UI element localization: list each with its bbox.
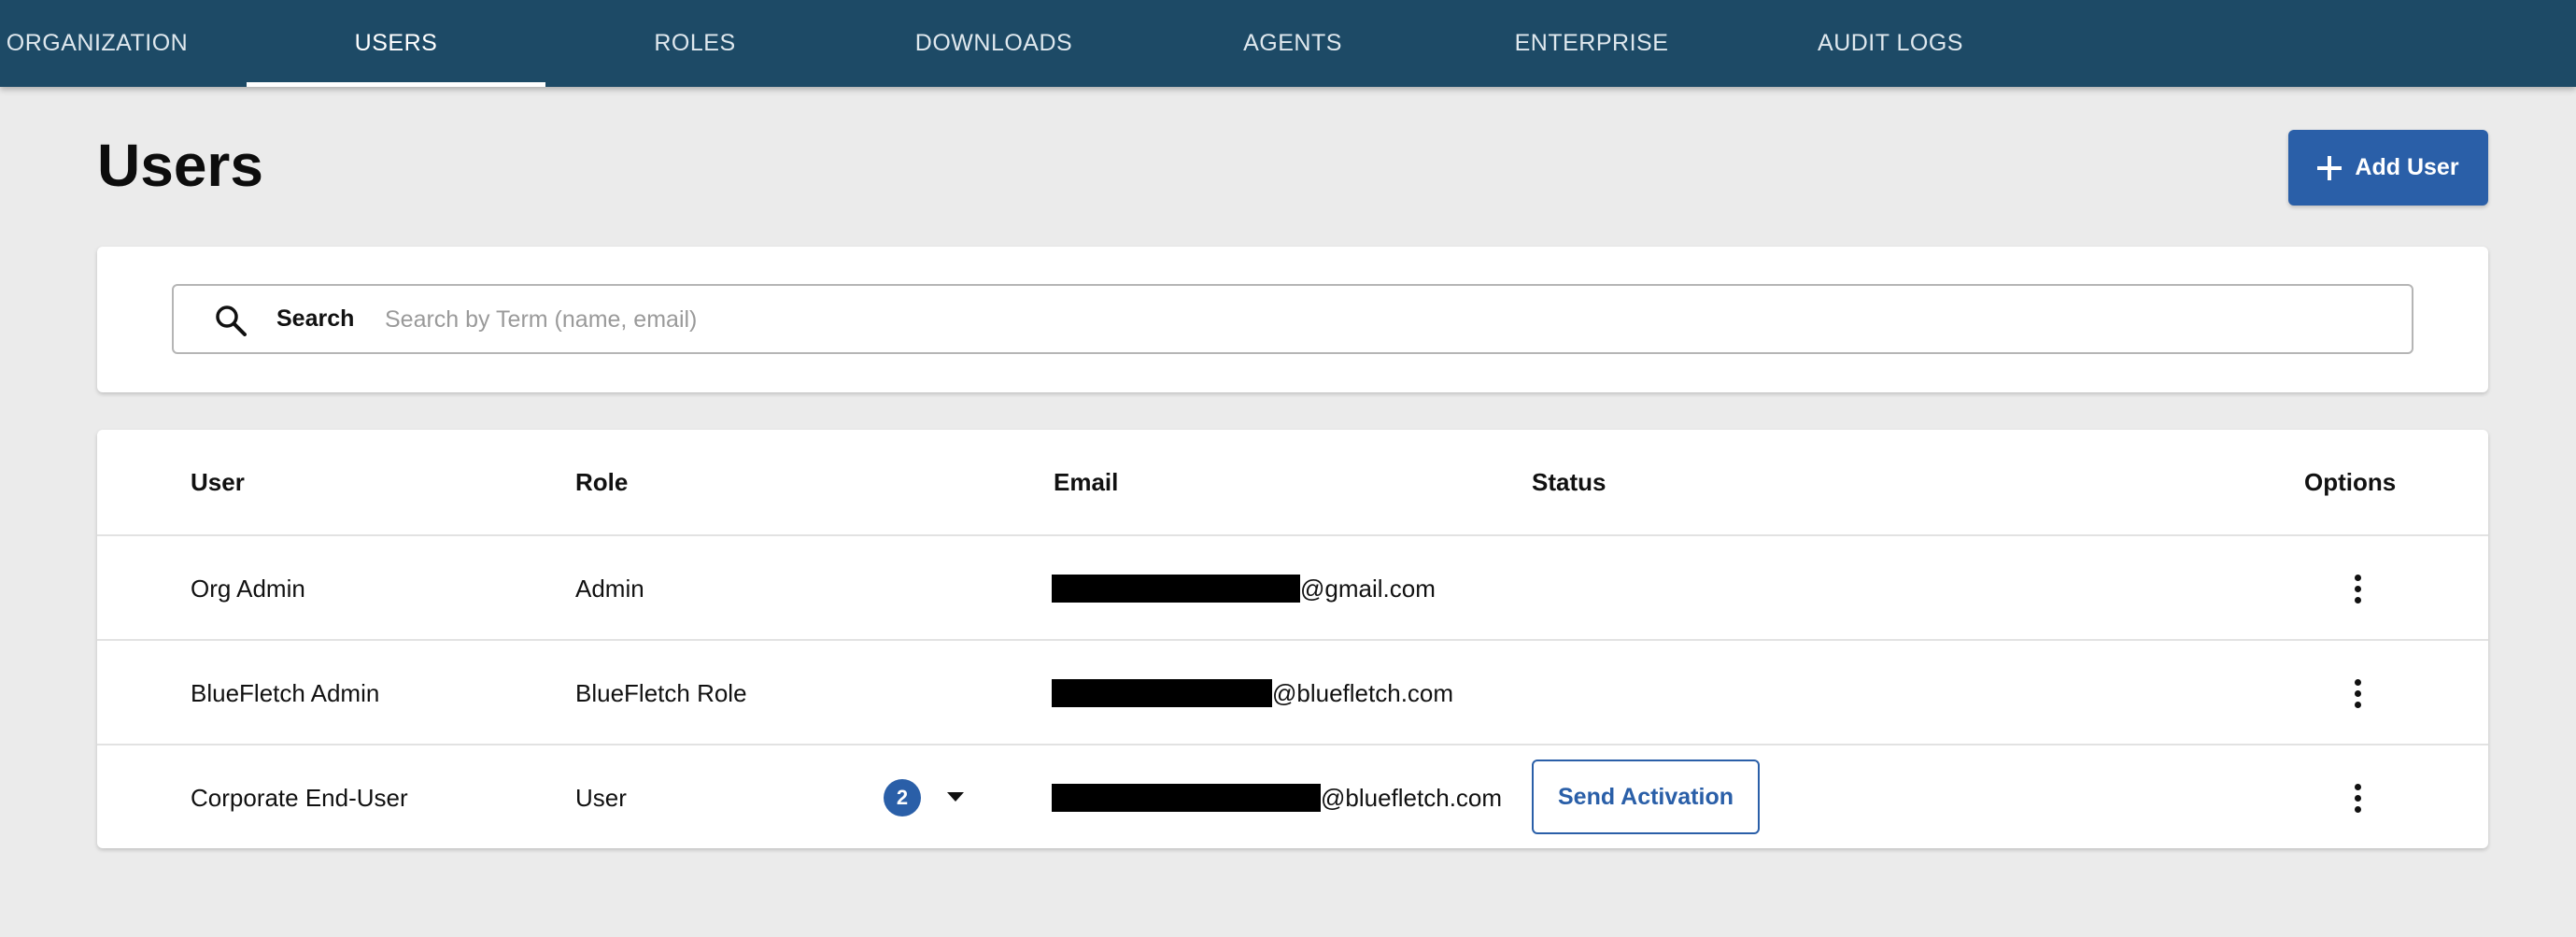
users-table: User Role Email Status Options Org Admin… bbox=[97, 430, 2488, 848]
search-icon bbox=[216, 305, 247, 336]
search-card: Search bbox=[97, 247, 2488, 392]
user-role: User bbox=[575, 783, 627, 812]
row-options-icon[interactable] bbox=[2343, 536, 2371, 641]
table-row[interactable]: Corporate End-User User 2 @bluefletch.co… bbox=[97, 744, 2488, 848]
email-domain: @bluefletch.com bbox=[1321, 783, 1503, 812]
table-row[interactable]: Org Admin Admin @gmail.com bbox=[97, 534, 2488, 639]
table-header: User Role Email Status Options bbox=[97, 430, 2488, 534]
column-header-email[interactable]: Email bbox=[1054, 430, 1118, 534]
tab-roles[interactable]: ROLES bbox=[545, 0, 844, 87]
search-label: Search bbox=[276, 305, 355, 332]
table-row[interactable]: BlueFletch Admin BlueFletch Role @bluefl… bbox=[97, 639, 2488, 744]
user-name: Org Admin bbox=[191, 574, 305, 603]
user-role: Admin bbox=[575, 574, 644, 603]
tab-downloads[interactable]: DOWNLOADS bbox=[844, 0, 1143, 87]
user-email: @gmail.com bbox=[1052, 536, 1436, 641]
column-header-role[interactable]: Role bbox=[575, 430, 628, 534]
column-header-status[interactable]: Status bbox=[1532, 430, 1606, 534]
search-input[interactable] bbox=[385, 295, 2393, 344]
role-count-badge: 2 bbox=[884, 779, 921, 816]
top-navigation: ORGANIZATION USERS ROLES DOWNLOADS AGENT… bbox=[0, 0, 2576, 87]
tab-audit-logs[interactable]: AUDIT LOGS bbox=[1741, 0, 2040, 87]
search-box[interactable]: Search bbox=[172, 284, 2413, 354]
page-title: Users bbox=[97, 132, 263, 199]
user-name: Corporate End-User bbox=[191, 783, 408, 812]
user-email: @bluefletch.com bbox=[1052, 641, 1453, 745]
add-user-button[interactable]: Add User bbox=[2288, 130, 2488, 206]
plus-icon bbox=[2317, 155, 2342, 180]
user-role: BlueFletch Role bbox=[575, 678, 747, 707]
tab-organization[interactable]: ORGANIZATION bbox=[0, 0, 194, 87]
row-options-icon[interactable] bbox=[2343, 641, 2371, 745]
redacted-email-local-part bbox=[1052, 784, 1321, 812]
tab-enterprise[interactable]: ENTERPRISE bbox=[1442, 0, 1741, 87]
add-user-label: Add User bbox=[2355, 154, 2459, 180]
user-email: @bluefletch.com bbox=[1052, 745, 1502, 850]
column-header-user[interactable]: User bbox=[191, 430, 245, 534]
chevron-down-icon[interactable] bbox=[947, 792, 964, 802]
tab-users[interactable]: USERS bbox=[247, 0, 545, 87]
column-header-options: Options bbox=[2304, 467, 2397, 496]
email-domain: @gmail.com bbox=[1300, 574, 1436, 603]
redacted-email-local-part bbox=[1052, 575, 1300, 603]
tab-agents[interactable]: AGENTS bbox=[1143, 0, 1442, 87]
send-activation-button[interactable]: Send Activation bbox=[1532, 760, 1760, 834]
redacted-email-local-part bbox=[1052, 679, 1272, 707]
row-options-icon[interactable] bbox=[2343, 745, 2371, 850]
email-domain: @bluefletch.com bbox=[1272, 678, 1454, 707]
user-name: BlueFletch Admin bbox=[191, 678, 380, 707]
